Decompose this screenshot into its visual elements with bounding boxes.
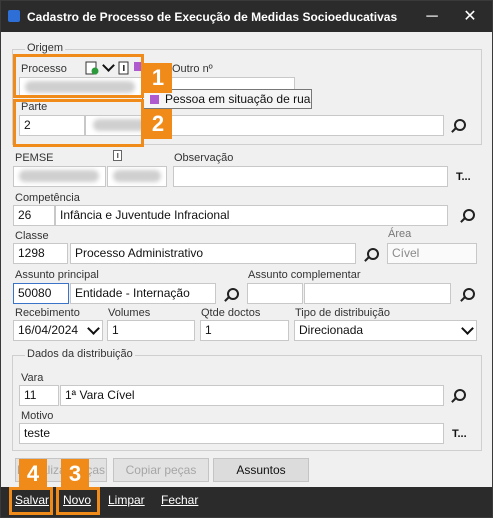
search-icon[interactable] (451, 388, 467, 404)
tipo-distribuicao-select[interactable]: Direcionada (294, 320, 477, 341)
competencia-description-input[interactable]: Infância e Juventude Infracional (55, 205, 448, 226)
assunto-complementar-code-input[interactable] (247, 283, 303, 304)
badge-2: 2 (144, 109, 172, 139)
motivo-label: Motivo (21, 410, 54, 422)
search-icon[interactable] (460, 287, 476, 303)
classe-label: Classe (15, 230, 49, 242)
dialog-window: Cadastro de Processo de Execução de Medi… (0, 0, 493, 518)
search-icon[interactable] (460, 208, 476, 224)
search-icon[interactable] (364, 247, 380, 263)
info-icon[interactable] (113, 150, 123, 162)
vara-code-input[interactable]: 11 (19, 385, 59, 406)
origem-legend: Origem (25, 42, 66, 54)
assunto-principal-code-input[interactable]: 50080 (13, 283, 69, 304)
title-bar: Cadastro de Processo de Execução de Medi… (1, 1, 492, 32)
pemse-label: PEMSE (15, 152, 54, 164)
competencia-label: Competência (15, 192, 80, 204)
fechar-button[interactable]: Fechar (161, 493, 198, 507)
classe-code-input[interactable]: 1298 (13, 243, 68, 264)
assunto-complementar-label: Assunto complementar (248, 269, 361, 281)
pemse-redacted-2 (113, 170, 161, 182)
qtde-doctos-label: Qtde doctos (201, 307, 261, 319)
tipo-distribuicao-label: Tipo de distribuição (295, 307, 390, 319)
highlight-box-2 (13, 99, 144, 147)
search-icon[interactable] (451, 118, 467, 134)
badge-3: 3 (61, 459, 89, 489)
classe-description-input[interactable]: Processo Administrativo (70, 243, 356, 264)
area-input: Cível (387, 243, 477, 264)
copiar-pecas-button[interactable]: Copiar peças (113, 458, 209, 482)
badge-1: 1 (144, 63, 172, 93)
observacao-text-button[interactable]: T... (456, 171, 471, 183)
volumes-input[interactable]: 1 (107, 320, 195, 341)
competencia-code-input[interactable]: 26 (13, 205, 55, 226)
assunto-complementar-description-input[interactable] (304, 283, 451, 304)
window-title: Cadastro de Processo de Execução de Medi… (27, 10, 398, 24)
limpar-button[interactable]: Limpar (108, 493, 145, 507)
outro-label: Outro nº (172, 63, 213, 75)
motivo-text-button[interactable]: T... (452, 428, 467, 440)
search-icon[interactable] (224, 287, 240, 303)
motivo-input[interactable]: teste (19, 423, 444, 444)
app-icon (8, 10, 20, 22)
badge-4: 4 (19, 459, 47, 489)
minimize-button[interactable]: ─ (422, 7, 442, 27)
close-button[interactable]: ✕ (460, 7, 480, 27)
observacao-input[interactable] (173, 166, 448, 187)
chevron-down-icon[interactable] (87, 322, 101, 336)
recebimento-label: Recebimento (15, 307, 80, 319)
observacao-label: Observação (174, 152, 234, 164)
assuntos-button[interactable]: Assuntos (213, 458, 309, 482)
assunto-principal-label: Assunto principal (15, 269, 99, 281)
vara-description-input[interactable]: 1ª Vara Cível (60, 385, 444, 406)
tooltip-text: Pessoa em situação de rua (165, 92, 311, 106)
volumes-label: Volumes (108, 307, 151, 319)
area-label: Área (388, 228, 412, 240)
purple-marker-icon (150, 95, 159, 104)
highlight-box-1 (13, 54, 144, 98)
highlight-box-3 (56, 487, 100, 515)
pemse-redacted-1 (19, 170, 99, 182)
qtde-doctos-input[interactable]: 1 (200, 320, 289, 341)
chevron-down-icon[interactable] (461, 322, 475, 336)
assunto-principal-description-input[interactable]: Entidade - Internação (70, 283, 216, 304)
distribuicao-legend: Dados da distribuição (25, 348, 135, 360)
highlight-box-4 (9, 487, 53, 515)
vara-label: Vara (21, 372, 44, 384)
